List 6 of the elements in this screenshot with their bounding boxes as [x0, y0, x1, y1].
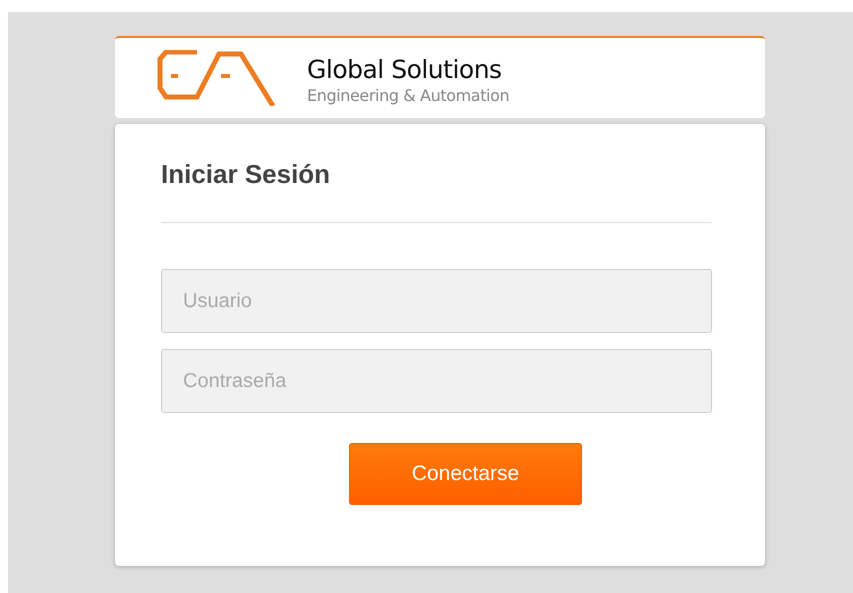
login-title: Iniciar Sesión: [161, 158, 332, 190]
connect-button[interactable]: Conectarse: [349, 443, 582, 505]
password-field[interactable]: Contraseña: [161, 349, 712, 413]
brand-tagline: Engineering & Automation: [307, 86, 510, 105]
brand-name: Global Solutions: [307, 55, 503, 84]
username-field[interactable]: Usuario: [161, 269, 712, 333]
